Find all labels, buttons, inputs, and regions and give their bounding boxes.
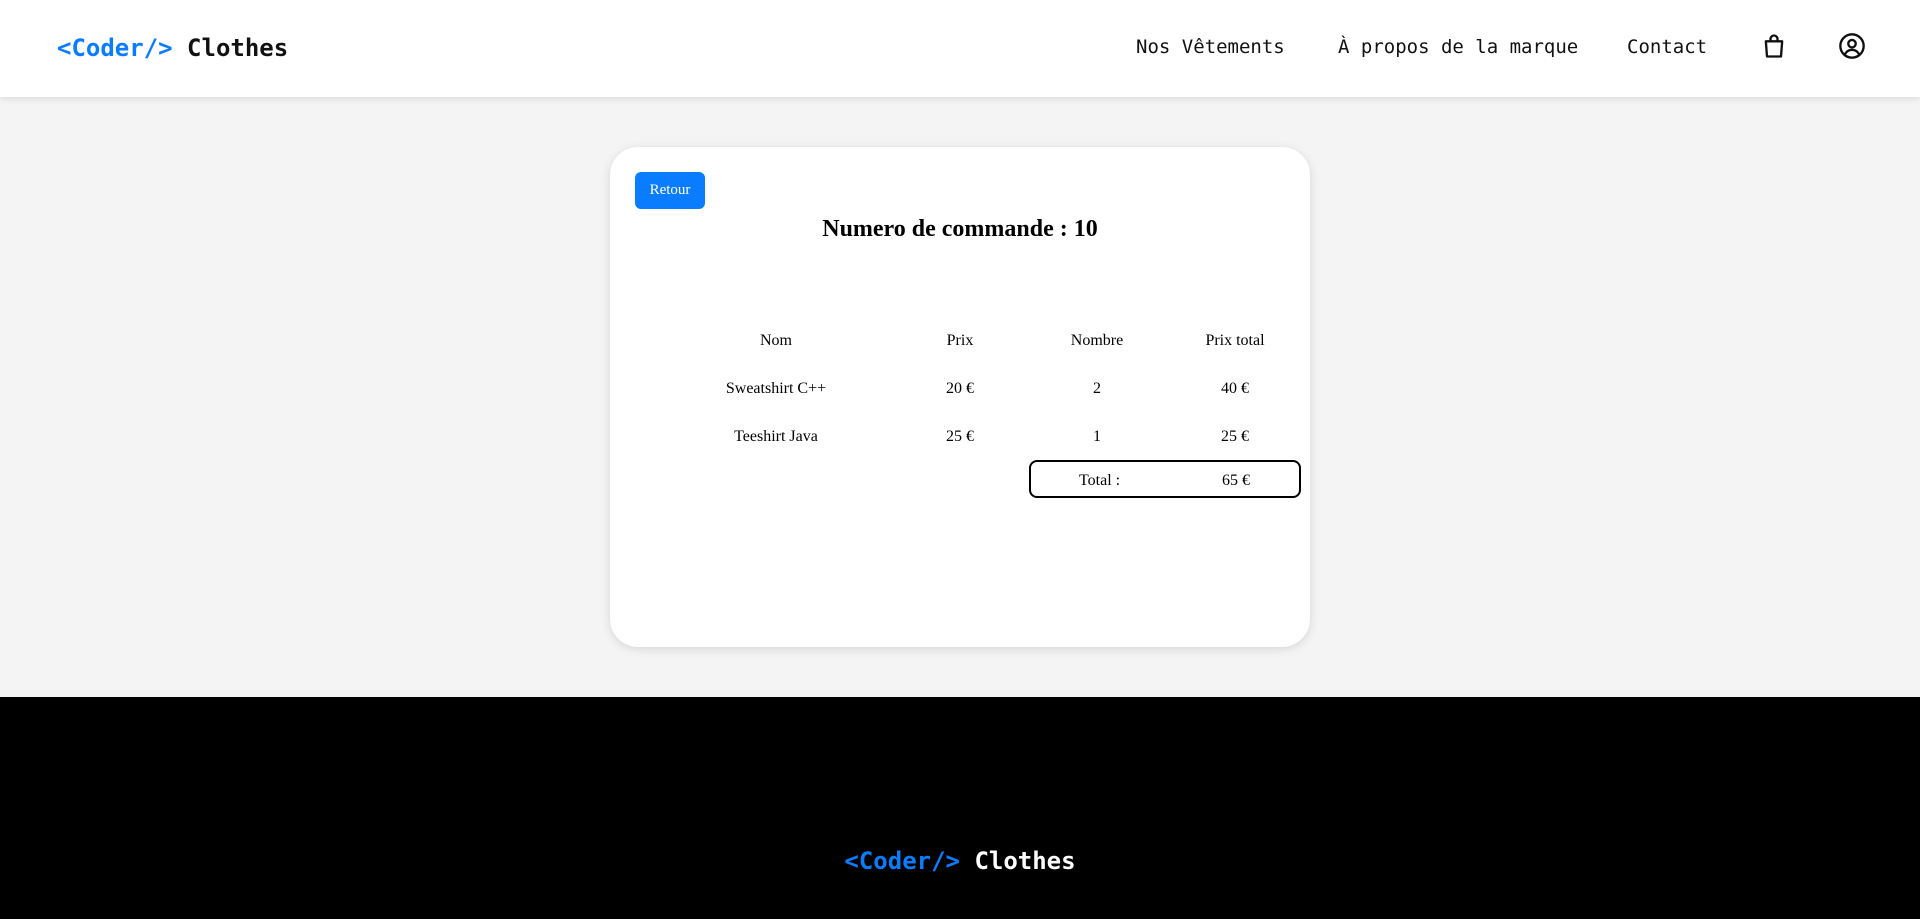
site-header: <Coder/> Clothes Nos Vêtements À propos …	[0, 0, 1920, 97]
logo-brace: <Coder/>	[844, 847, 960, 875]
shopping-bag-icon[interactable]	[1760, 32, 1788, 60]
nav-vetements[interactable]: Nos Vêtements	[1136, 38, 1285, 57]
total-label: Total :	[1079, 472, 1121, 489]
user-circle-icon[interactable]	[1838, 32, 1866, 60]
logo-brace: <Coder/>	[57, 34, 173, 62]
main-content: Retour Numero de commande : 10 Nom Prix …	[0, 97, 1920, 697]
logo-name: Clothes	[974, 847, 1076, 875]
total-value: 65 €	[1222, 472, 1250, 489]
back-button[interactable]: Retour	[635, 172, 705, 209]
column-header-prix: Prix	[946, 332, 974, 349]
order-item-name: Teeshirt Java	[734, 428, 818, 445]
logo-name: Clothes	[187, 34, 289, 62]
order-title: Numero de commande : 10	[822, 216, 1098, 242]
header-logo[interactable]: <Coder/> Clothes	[57, 36, 288, 60]
order-item-total: 25 €	[1221, 428, 1249, 445]
column-header-nom: Nom	[760, 332, 792, 349]
order-item-quantity: 2	[1093, 380, 1101, 397]
column-header-prix-total: Prix total	[1205, 332, 1265, 349]
column-header-nombre: Nombre	[1070, 332, 1124, 349]
nav-a-propos[interactable]: À propos de la marque	[1338, 38, 1578, 57]
order-item-price: 20 €	[946, 380, 974, 397]
nav-contact[interactable]: Contact	[1627, 38, 1707, 57]
footer-logo[interactable]: <Coder/> Clothes	[0, 849, 1920, 873]
order-card: Retour Numero de commande : 10 Nom Prix …	[610, 147, 1310, 647]
order-item-price: 25 €	[946, 428, 974, 445]
site-footer: <Coder/> Clothes	[0, 697, 1920, 919]
order-item-quantity: 1	[1093, 428, 1101, 445]
order-item-total: 40 €	[1221, 380, 1249, 397]
order-total-box: Total : 65 €	[1029, 460, 1301, 498]
order-item-name: Sweatshirt C++	[725, 380, 827, 397]
